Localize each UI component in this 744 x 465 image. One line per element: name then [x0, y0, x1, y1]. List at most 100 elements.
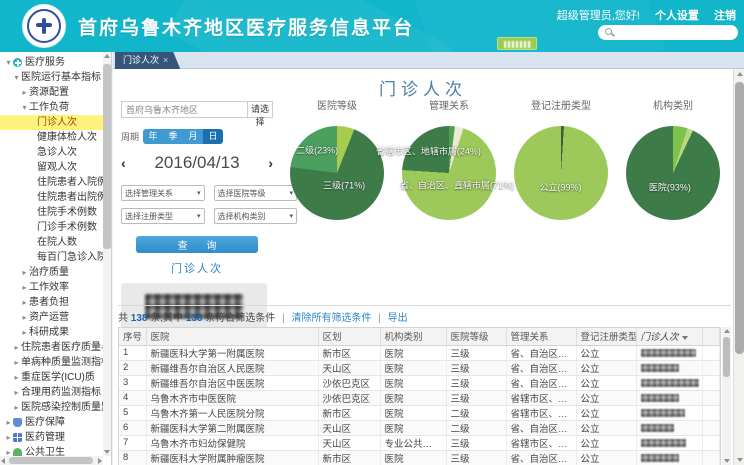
scroll-down-icon[interactable]: [104, 450, 110, 454]
expand-icon[interactable]: ▸: [12, 385, 21, 400]
column-header-机构类别[interactable]: 机构类别: [380, 328, 446, 345]
sidebar-vertical-scrollbar[interactable]: [103, 52, 111, 456]
table-row[interactable]: 8新疆医科大学附属肿瘤医院新市区医院三级省、自治区、...公立: [119, 450, 720, 465]
sidebar-item[interactable]: ▸资源配置: [0, 85, 103, 100]
expand-icon[interactable]: ▸: [20, 310, 29, 325]
scroll-down-icon[interactable]: [724, 459, 730, 463]
sidebar-item[interactable]: ▸重症医学(ICU)质: [0, 370, 103, 385]
scroll-up-icon[interactable]: [737, 72, 743, 76]
sidebar-item[interactable]: ▸医疗保障: [0, 415, 103, 430]
period-option-日[interactable]: 日: [203, 129, 223, 144]
cell-name: 新疆医科大学第二附属医院: [146, 420, 318, 435]
chart-cell: 机构类别医院(93%): [617, 97, 729, 220]
sidebar-item[interactable]: 在院人数: [0, 235, 103, 250]
cell-filler: [702, 450, 720, 465]
clear-filters-link[interactable]: 清除所有筛选条件: [291, 313, 371, 324]
column-header-序号[interactable]: 序号: [119, 328, 146, 345]
main-scrollbar-thumb[interactable]: [735, 82, 744, 354]
sidebar-item[interactable]: ▸医药管理: [0, 430, 103, 445]
column-header-管理关系[interactable]: 管理关系: [506, 328, 576, 345]
expand-icon[interactable]: ▸: [20, 280, 29, 295]
period-option-季[interactable]: 季: [163, 129, 183, 144]
table-scrollbar-thumb[interactable]: [723, 337, 730, 377]
main-vertical-scrollbar[interactable]: [733, 69, 744, 465]
collapse-icon[interactable]: ▾: [20, 100, 29, 115]
logout-link[interactable]: 注销: [714, 10, 736, 22]
sidebar-item[interactable]: ▸科研成果: [0, 325, 103, 340]
table-row[interactable]: 3新疆维吾尔自治区中医医院沙依巴克区医院三级省、自治区、...公立: [119, 375, 720, 390]
sidebar-item[interactable]: 住院手术例数: [0, 205, 103, 220]
column-header-登记注册类型[interactable]: 登记注册类型: [576, 328, 636, 345]
column-header-区划[interactable]: 区划: [318, 328, 380, 345]
sidebar-item[interactable]: ▾医院运行基本指标: [0, 70, 103, 85]
region-input[interactable]: [121, 101, 248, 118]
sidebar-horizontal-scrollbar[interactable]: [0, 456, 103, 465]
sidebar-item[interactable]: ▸公共卫生: [0, 445, 103, 456]
expand-icon[interactable]: ▸: [12, 340, 21, 355]
filter-select[interactable]: 选择管理关系▾: [121, 185, 205, 201]
sidebar-item[interactable]: 留观人次: [0, 160, 103, 175]
sidebar-item[interactable]: ▸医院感染控制质量监: [0, 400, 103, 415]
period-option-月[interactable]: 月: [183, 129, 203, 144]
expand-icon[interactable]: ▸: [4, 430, 13, 445]
cell-mgmt: 省辖市区、地...: [506, 405, 576, 420]
collapse-icon[interactable]: ▾: [12, 70, 21, 85]
sidebar-item[interactable]: 住院患者出院例数: [0, 190, 103, 205]
expand-icon[interactable]: ▸: [20, 265, 29, 280]
sidebar-hscrollbar-thumb[interactable]: [9, 457, 93, 464]
expand-icon[interactable]: ▸: [12, 355, 21, 370]
sidebar-item[interactable]: 急诊人次: [0, 145, 103, 160]
sidebar-item[interactable]: ▾ 医疗服务: [0, 55, 103, 70]
filter-select[interactable]: 选择注册类型▾: [121, 208, 205, 224]
scroll-up-icon[interactable]: [104, 54, 110, 58]
export-link[interactable]: 导出: [388, 313, 408, 324]
scroll-right-icon[interactable]: [98, 458, 102, 464]
sidebar-item[interactable]: ▸资产运营: [0, 310, 103, 325]
expand-icon[interactable]: ▸: [12, 400, 21, 415]
expand-icon[interactable]: ▸: [20, 325, 29, 340]
sidebar-item[interactable]: 每百门急诊入院人: [0, 250, 103, 265]
expand-icon[interactable]: ▸: [20, 85, 29, 100]
sidebar-item[interactable]: ▸患者负担: [0, 295, 103, 310]
tab-outpatient-visits[interactable]: 门诊人次 ×: [115, 52, 180, 69]
expand-icon[interactable]: ▸: [4, 415, 13, 430]
tab-close-icon[interactable]: ×: [163, 52, 168, 69]
query-button[interactable]: 查 询: [136, 236, 258, 253]
quick-access-button[interactable]: [497, 37, 537, 50]
expand-icon[interactable]: ▸: [12, 370, 21, 385]
prev-date-button[interactable]: ‹: [121, 156, 126, 170]
sidebar-item[interactable]: ▾工作负荷: [0, 100, 103, 115]
table-row[interactable]: 2新疆维吾尔自治区人民医院天山区医院三级省、自治区、...公立: [119, 360, 720, 375]
sidebar-item[interactable]: ▸工作效率: [0, 280, 103, 295]
table-row[interactable]: 4乌鲁木齐市中医医院沙依巴克区医院三级省辖市区、地...公立: [119, 390, 720, 405]
table-row[interactable]: 1新疆医科大学第一附属医院新市区医院三级省、自治区、...公立: [119, 345, 720, 360]
sidebar-item-label: 医疗服务: [25, 55, 65, 70]
sidebar-item[interactable]: 门诊手术例数: [0, 220, 103, 235]
collapse-icon[interactable]: ▾: [4, 55, 13, 70]
sidebar-item[interactable]: 健康体检人次: [0, 130, 103, 145]
expand-icon[interactable]: ▸: [20, 295, 29, 310]
scroll-up-icon[interactable]: [724, 329, 730, 333]
period-option-年[interactable]: 年: [143, 129, 163, 144]
column-header-门诊人次[interactable]: 门诊人次: [636, 328, 702, 345]
column-header-医院[interactable]: 医院: [146, 328, 318, 345]
sidebar-item[interactable]: 门诊人次: [0, 115, 103, 130]
sidebar-item[interactable]: 住院患者入院例数: [0, 175, 103, 190]
region-pick-button[interactable]: 请选择: [248, 101, 273, 118]
next-date-button[interactable]: ›: [268, 156, 273, 170]
sidebar-scrollbar-thumb[interactable]: [103, 64, 111, 249]
table-vertical-scrollbar[interactable]: [722, 327, 731, 465]
sidebar-item[interactable]: ▸合理用药监测指标: [0, 385, 103, 400]
expand-icon[interactable]: ▸: [4, 445, 13, 456]
scroll-left-icon[interactable]: [1, 458, 5, 464]
sidebar-item[interactable]: ▸单病种质量监测指标: [0, 355, 103, 370]
sidebar-item[interactable]: ▸住院患者医疗质量与: [0, 340, 103, 355]
sidebar-item[interactable]: ▸治疗质量: [0, 265, 103, 280]
personal-settings-link[interactable]: 个人设置: [655, 10, 699, 22]
table-row[interactable]: 6新疆医科大学第二附属医院天山区医院二级省、自治区、...公立: [119, 420, 720, 435]
header-search-input[interactable]: [598, 25, 738, 40]
table-row[interactable]: 7乌鲁木齐市妇幼保健院天山区专业公共卫生机构三级省辖市区、地...公立: [119, 435, 720, 450]
scroll-down-icon[interactable]: [737, 458, 743, 462]
column-header-医院等级[interactable]: 医院等级: [446, 328, 506, 345]
table-row[interactable]: 5乌鲁木齐第一人民医院分院新市区医院二级省辖市区、地...公立: [119, 405, 720, 420]
